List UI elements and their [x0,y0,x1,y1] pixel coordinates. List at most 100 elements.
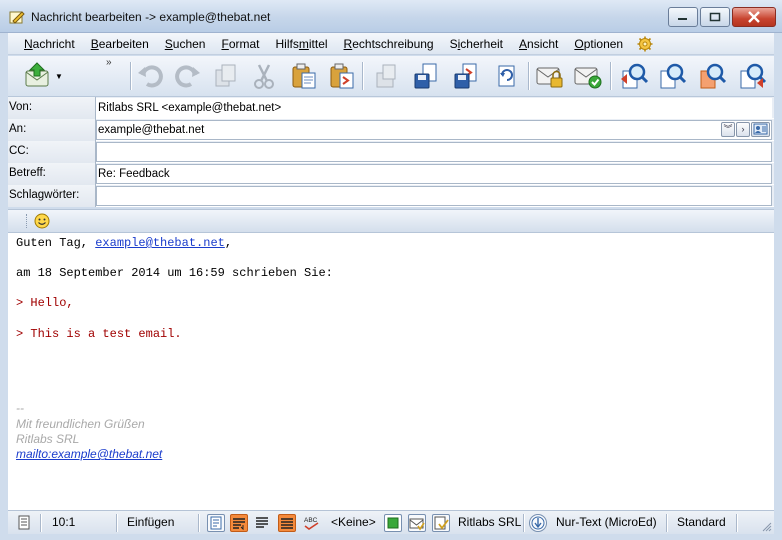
greeting-email-link[interactable]: example@thebat.net [95,236,225,250]
chevron-right-icon: › [741,124,745,134]
window-title: Nachricht bearbeiten -> example@thebat.n… [31,10,271,24]
find-next-button[interactable] [656,60,688,92]
maximize-button[interactable] [700,7,730,27]
send-button[interactable]: ▼ [18,60,68,92]
toolbar-overflow-icon[interactable]: » [106,57,111,68]
next-recipient-button[interactable]: › [736,122,750,137]
undo-button[interactable] [134,60,166,92]
status-separator [116,514,117,532]
cc-field[interactable] [96,142,772,162]
document-icon[interactable] [16,514,32,532]
status-separator [523,514,524,532]
toolbar-separator [528,62,529,90]
undo-icon [138,65,163,88]
keywords-field[interactable] [96,186,772,206]
greeting-line: Guten Tag, example@thebat.net, [16,236,232,250]
find-prev-icon [740,63,767,89]
copy-button[interactable] [210,60,242,92]
message-header-fields: Von: Ritlabs SRL <example@thebat.net> An… [8,97,774,207]
quote-line: > This is a test email. [16,327,182,341]
replace-icon [700,63,727,89]
read-receipt-icon [409,518,425,531]
from-row: Von: Ritlabs SRL <example@thebat.net> [8,97,774,119]
menu-bar: Nachricht Bearbeiten Suchen Format Hilfs… [8,33,774,55]
format-autoformat-button[interactable] [278,514,296,532]
status-separator [40,514,41,532]
redo-button[interactable] [172,60,204,92]
insert-mode[interactable]: Einfügen [127,515,174,531]
subject-row: Betreff: Re: Feedback [8,163,774,185]
from-label: Von: [8,97,96,119]
charset[interactable]: Standard [677,515,726,531]
copy-icon [215,64,236,87]
save-as-button[interactable] [450,60,482,92]
find-prev-button[interactable] [736,60,768,92]
subject-field[interactable]: Re: Feedback [96,164,772,184]
delivery-receipt-button[interactable] [432,514,450,532]
format-align-left-button[interactable] [207,514,225,532]
from-field[interactable]: Ritlabs SRL <example@thebat.net> [96,98,772,118]
paste-button[interactable] [288,60,320,92]
toolbar-grip[interactable] [26,214,28,228]
menu-nachricht[interactable]: Nachricht [16,37,83,51]
smiley-icon[interactable] [34,213,50,229]
template-selector[interactable]: <Keine> [331,515,376,531]
to-field[interactable]: example@thebat.net [96,120,772,140]
menu-rechtschreibung[interactable]: Rechtschreibung [336,37,442,51]
to-label: An: [8,119,96,141]
minimize-button[interactable] [668,7,698,27]
menu-sicherheit[interactable]: Sicherheit [442,37,511,51]
signature-line: Mit freundlichen Grüßen [16,417,145,431]
find-button[interactable] [618,60,650,92]
confirm-read-button[interactable] [408,514,426,532]
toolbar-separator [362,62,363,90]
quote-line: > Hello, [16,296,74,310]
align-left-icon [210,516,222,530]
paste-quote-button[interactable] [326,60,358,92]
spellcheck-button[interactable]: ABC [303,514,321,532]
toolbar-separator [610,62,611,90]
save-button[interactable] [410,60,442,92]
close-button[interactable] [732,7,776,27]
sender-account[interactable]: Ritlabs SRL [458,515,521,531]
check-spelling-button[interactable] [572,60,604,92]
emoticon-bar [8,209,774,233]
wrap-icon [233,518,245,531]
send-dropdown-icon[interactable]: ▼ [55,72,63,81]
format-justify-button[interactable] [254,514,272,532]
title-bar: Nachricht bearbeiten -> example@thebat.n… [0,0,782,33]
gear-icon[interactable] [637,36,653,52]
resize-grip-icon[interactable] [760,520,772,532]
menu-suchen[interactable]: Suchen [157,37,214,51]
replace-button[interactable] [696,60,728,92]
menu-format[interactable]: Format [213,37,267,51]
signature-mailto-link[interactable]: mailto:example@thebat.net [16,447,162,461]
address-book-button[interactable] [751,122,770,137]
status-bar: 10:1 Einfügen ABC <Keine> Ritlabs SRL Nu… [8,510,774,534]
menu-hilfsmittel[interactable]: Hilfsmittel [268,37,336,51]
message-editor[interactable]: Guten Tag, example@thebat.net, am 18 Sep… [8,233,774,510]
format-wrap-button[interactable] [230,514,248,532]
status-flag-button[interactable] [384,514,402,532]
to-field-value: example@thebat.net [98,124,205,136]
signature-mailto-text[interactable]: mailto:example@thebat.net [16,447,162,461]
refresh-button[interactable] [490,60,522,92]
save-template-button[interactable] [370,60,402,92]
save-as-icon [454,63,477,89]
cursor-position: 10:1 [52,515,76,529]
justify-icon [256,517,268,528]
menu-bearbeiten[interactable]: Bearbeiten [83,37,157,51]
expand-recipients-button[interactable]: ︾ [721,122,735,137]
cc-label: CC: [8,141,96,163]
menu-ansicht[interactable]: Ansicht [511,37,566,51]
redo-icon [175,65,200,88]
priority-button[interactable] [529,514,547,532]
toolbar: ▼ » [8,56,774,97]
signature-line: Ritlabs SRL [16,432,80,446]
cut-button[interactable] [248,60,280,92]
reply-attribution: am 18 September 2014 um 16:59 schrieben … [16,266,333,280]
encrypt-button[interactable] [534,60,566,92]
menu-optionen[interactable]: Optionen [566,37,631,51]
editor-format[interactable]: Nur-Text (MicroEd) [556,515,657,531]
address-book-icon [753,123,768,135]
